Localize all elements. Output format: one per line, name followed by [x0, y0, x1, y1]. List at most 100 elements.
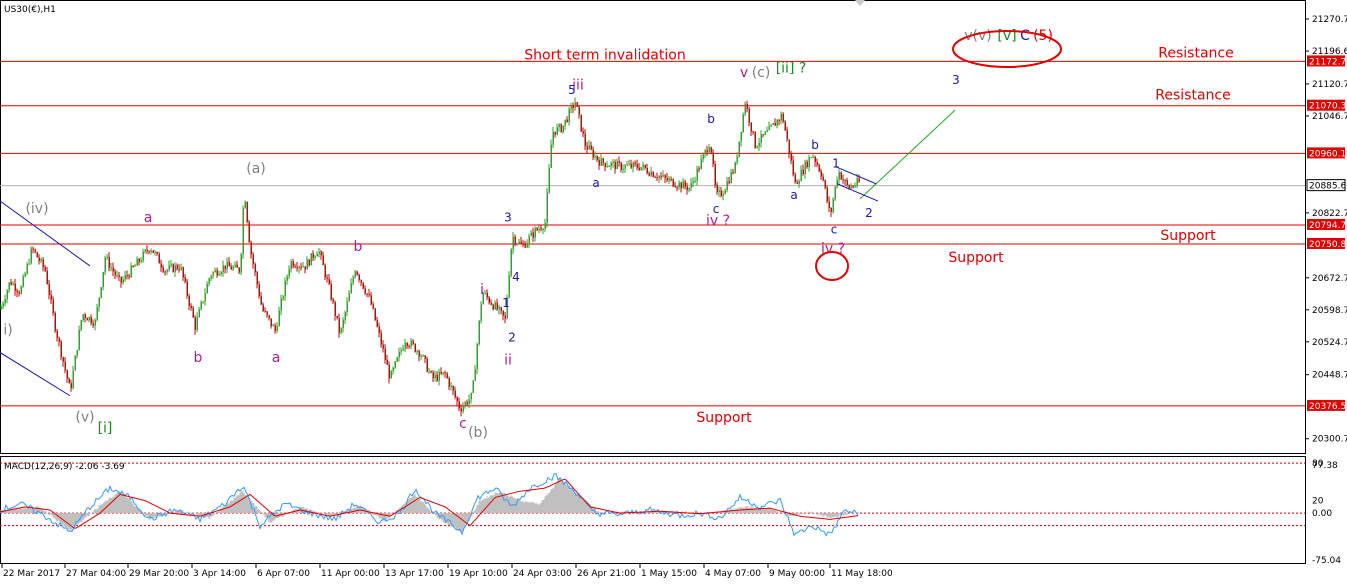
candle-body: [264, 310, 266, 312]
candle-body: [772, 122, 774, 125]
candle-body: [442, 372, 444, 374]
candle-body: [22, 276, 24, 287]
candle-body: [606, 166, 608, 168]
candle-body: [270, 318, 272, 327]
candle-body: [594, 155, 596, 158]
candle-body: [14, 283, 16, 291]
candle-body: [758, 142, 760, 147]
y-tick-label: 21270.7: [1312, 15, 1347, 25]
candle-body: [204, 293, 206, 302]
candle-body: [82, 314, 84, 321]
candle-body: [292, 261, 294, 267]
candle-body: [658, 176, 660, 179]
candle-body: [496, 302, 498, 310]
candle-body: [188, 295, 190, 306]
candle-body: [830, 208, 832, 212]
candle-body: [730, 171, 732, 183]
candle-body: [414, 343, 416, 352]
candle-body: [682, 181, 684, 189]
x-tick-label: 11 Apr 00:00: [321, 569, 380, 579]
candle-body: [664, 175, 666, 178]
wave-label: b: [194, 350, 203, 366]
candle-body: [622, 168, 624, 170]
candle-body: [740, 131, 742, 142]
candle-body: [388, 364, 390, 379]
candle-body: [300, 266, 302, 268]
candle-body: [564, 119, 566, 126]
candle-body: [430, 371, 432, 373]
candle-body: [702, 154, 704, 160]
candle-body: [140, 260, 142, 262]
candle-body: [662, 175, 664, 177]
candle-body: [822, 176, 824, 181]
candle-body: [178, 268, 180, 270]
candle-body: [244, 202, 246, 209]
candle-body: [298, 266, 300, 269]
candle-body: [648, 173, 650, 176]
candle-body: [196, 317, 198, 330]
x-tick-label: 24 Apr 03:00: [513, 569, 572, 579]
candle-body: [600, 158, 602, 166]
price-axis: 21172.7 21070.3 20960.1 20794.7 20750.8 20376…: [1305, 15, 1347, 445]
candle-body: [480, 304, 482, 321]
candle-body: [488, 297, 490, 303]
candle-body: [644, 164, 646, 169]
candle-body: [670, 178, 672, 180]
wave-label: 3: [952, 73, 960, 87]
candle-body: [544, 222, 546, 229]
macd-tick-label: -75.04: [1312, 556, 1341, 566]
candle-body: [764, 131, 766, 135]
candle-body: [340, 328, 342, 333]
y-tick-label: 20448.7: [1312, 371, 1347, 381]
candle-body: [288, 269, 290, 277]
candle-body: [250, 242, 252, 255]
candle-body: [558, 124, 560, 128]
candle-body: [48, 284, 50, 295]
wave-label: b: [707, 112, 715, 126]
y-tick-label: 21120.7: [1312, 80, 1347, 90]
candle-body: [320, 251, 322, 256]
candle-body: [386, 359, 388, 365]
candle-body: [10, 282, 12, 285]
candle-body: [310, 253, 312, 266]
x-tick-label: 4 May 07:00: [705, 569, 761, 579]
candle-body: [24, 273, 26, 277]
candle-body: [520, 241, 522, 245]
candle-body: [144, 249, 146, 252]
wave-label: (v): [75, 410, 94, 426]
level-zone-label: Support: [948, 250, 1004, 266]
candle-body: [234, 264, 236, 268]
candle-body: [652, 171, 654, 177]
level-zone-label: Resistance: [1155, 88, 1230, 104]
wave-label: 5: [568, 83, 576, 97]
candle-body: [838, 172, 840, 180]
x-tick-label: 19 Apr 10:00: [449, 569, 508, 579]
candle-body: [846, 180, 848, 185]
candle-body: [796, 181, 798, 184]
candle-body: [336, 315, 338, 318]
candle-body: [718, 190, 720, 192]
candle-body: [360, 279, 362, 283]
candle-body: [486, 292, 488, 298]
wave-label: 2: [865, 206, 873, 220]
candle-body: [562, 125, 564, 132]
candle-body: [12, 283, 14, 285]
candle-body: [170, 264, 172, 266]
candle-body: [158, 253, 160, 264]
candle-body: [38, 257, 40, 262]
candle-body: [100, 287, 102, 298]
candle-body: [696, 168, 698, 181]
level-tag-label: 20960.1: [1309, 149, 1346, 159]
candle-body: [260, 296, 262, 305]
candle-body: [676, 187, 678, 189]
candle-body: [36, 252, 38, 258]
candle-body: [742, 114, 744, 132]
candle-body: [774, 122, 776, 126]
candle-body: [88, 317, 90, 321]
candle-body: [566, 119, 568, 122]
candle-body: [306, 259, 308, 270]
candle-body: [124, 275, 126, 280]
candle-body: [236, 264, 238, 268]
candle-body: [150, 250, 152, 252]
wave-label: a: [272, 350, 281, 366]
